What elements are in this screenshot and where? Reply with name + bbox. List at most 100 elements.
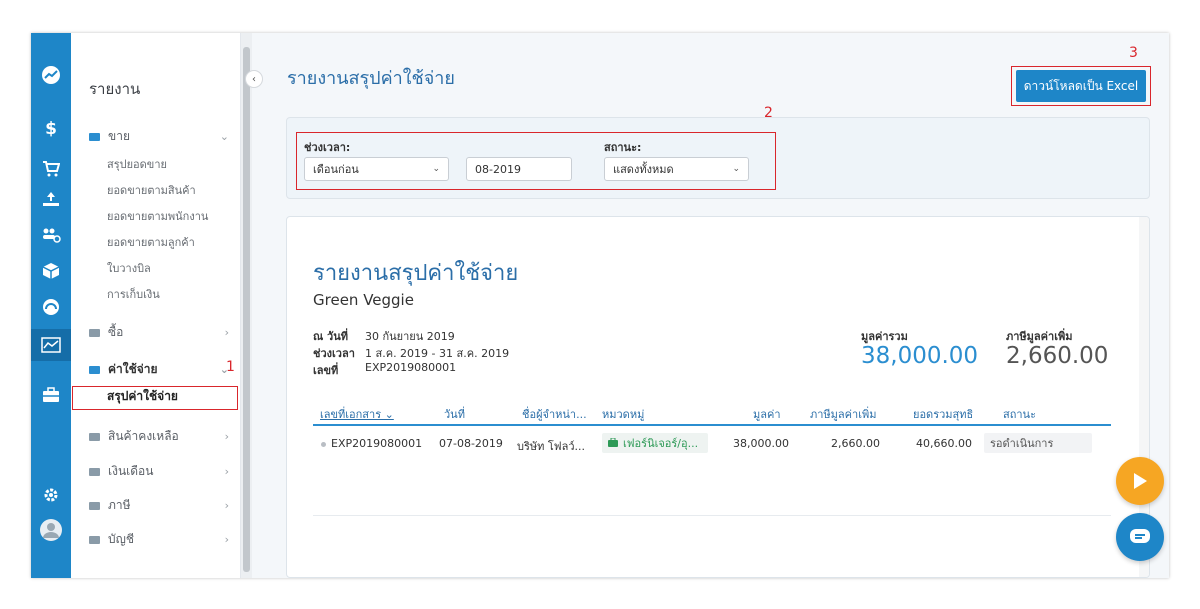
as-of-label: ณ วันที่ xyxy=(313,330,348,343)
period-label: ช่วงเวลา: xyxy=(304,141,351,154)
sidebar-group-purchase[interactable]: ซื้อ › xyxy=(89,323,229,342)
row-date: 07-08-2019 xyxy=(439,437,503,450)
column-header-status[interactable]: สถานะ xyxy=(1003,405,1036,423)
app-window: $ รายงาน ขาย ⌄ สรุปยอดขาย ยอดขายตามสินค้… xyxy=(31,33,1169,578)
inventory-icon xyxy=(89,432,100,441)
dashboard-icon[interactable] xyxy=(39,63,63,87)
annotation-number-2: 2 xyxy=(764,105,773,121)
row-value: 38,000.00 xyxy=(733,437,789,450)
status-select-value: แสดงทั้งหมด xyxy=(613,163,674,176)
row-vendor: บริษัท โฟลว์... xyxy=(517,440,585,453)
company-name: Green Veggie xyxy=(313,291,414,309)
chevron-right-icon: › xyxy=(224,430,229,443)
period-meta-label: ช่วงเวลา xyxy=(313,347,355,360)
sidebar-item-billing-note[interactable]: ใบวางบิล xyxy=(107,259,151,277)
briefcase-icon[interactable] xyxy=(39,383,63,407)
chevron-right-icon: › xyxy=(224,465,229,478)
annotation-number-3: 3 xyxy=(1129,45,1138,61)
sidebar-item-collection[interactable]: การเก็บเงิน xyxy=(107,285,160,303)
sidebar-group-sales[interactable]: ขาย ⌄ xyxy=(89,127,229,146)
sidebar-group-label: ซื้อ xyxy=(108,325,124,339)
chevron-right-icon: › xyxy=(224,533,229,546)
sidebar-group-inventory[interactable]: สินค้าคงเหลือ › xyxy=(89,427,229,446)
report-card: รายงานสรุปค่าใช้จ่าย Green Veggie ณ วันท… xyxy=(286,216,1150,578)
sidebar-scroll-thumb[interactable] xyxy=(243,47,250,572)
gauge-icon[interactable] xyxy=(39,295,63,319)
download-excel-button[interactable]: ดาวน์โหลดเป็น Excel xyxy=(1016,70,1146,102)
sidebar-item-sales-summary[interactable]: สรุปยอดขาย xyxy=(107,155,167,173)
column-header-date[interactable]: วันที่ xyxy=(444,405,465,423)
column-header-doc-no[interactable]: เลขที่เอกสาร ⌄ xyxy=(320,405,394,423)
total-value: 38,000.00 xyxy=(861,343,979,369)
chevron-down-icon: ⌄ xyxy=(432,164,440,174)
period-select[interactable]: เดือนก่อน ⌄ xyxy=(304,157,449,181)
chevron-right-icon: › xyxy=(224,326,229,339)
sidebar-group-label: ภาษี xyxy=(108,498,131,512)
chevron-down-icon: ⌄ xyxy=(732,164,740,174)
people-settings-icon[interactable] xyxy=(39,223,63,247)
status-chip-label: รอดำเนินการ xyxy=(990,437,1054,450)
annotation-box-expense-summary xyxy=(72,386,238,410)
expense-icon xyxy=(89,365,100,374)
play-button[interactable] xyxy=(1116,457,1164,505)
box-icon[interactable] xyxy=(39,259,63,283)
month-input[interactable]: 08-2019 xyxy=(466,157,572,181)
chevron-down-icon: ⌄ xyxy=(219,130,229,143)
column-header-value[interactable]: มูลค่า xyxy=(753,405,781,423)
chat-button[interactable] xyxy=(1116,513,1164,561)
dollar-icon[interactable]: $ xyxy=(39,117,63,141)
sidebar-group-label: สินค้าคงเหลือ xyxy=(108,429,179,443)
category-chip: เฟอร์นิเจอร์/อุ... xyxy=(602,433,708,453)
status-label: สถานะ: xyxy=(604,141,642,154)
row-vat: 2,660.00 xyxy=(831,437,880,450)
sidebar-item-sales-by-product[interactable]: ยอดขายตามสินค้า xyxy=(107,181,196,199)
gear-icon[interactable] xyxy=(39,483,63,507)
table-bottom-divider xyxy=(313,515,1111,516)
sales-icon xyxy=(89,132,100,141)
status-chip: รอดำเนินการ xyxy=(984,433,1092,453)
row-doc-no[interactable]: EXP2019080001 xyxy=(331,437,422,450)
chat-icon xyxy=(1130,529,1150,543)
chevron-right-icon: › xyxy=(224,499,229,512)
sidebar-group-tax[interactable]: ภาษี › xyxy=(89,496,229,515)
doc-number-value: EXP2019080001 xyxy=(365,361,457,374)
sidebar-item-sales-by-customer[interactable]: ยอดขายตามลูกค้า xyxy=(107,233,195,251)
sidebar-title: รายงาน xyxy=(89,80,141,98)
category-chip-label: เฟอร์นิเจอร์/อุ... xyxy=(623,437,699,450)
user-avatar-icon[interactable] xyxy=(39,518,63,542)
row-status-dot xyxy=(321,442,326,447)
sidebar-item-sales-by-employee[interactable]: ยอดขายตามพนักงาน xyxy=(107,207,208,225)
briefcase-icon xyxy=(608,437,618,450)
vat-total-value: 2,660.00 xyxy=(1006,343,1109,369)
icon-rail: $ xyxy=(31,33,71,578)
salary-icon xyxy=(89,467,100,476)
as-of-value: 30 กันยายน 2019 xyxy=(365,330,455,343)
column-header-net[interactable]: ยอดรวมสุทธิ xyxy=(913,405,973,423)
sidebar-group-label: บัญชี xyxy=(108,532,134,546)
doc-number-label: เลขที่ xyxy=(313,364,339,377)
sidebar-group-label: เงินเดือน xyxy=(108,464,154,478)
report-sidebar: รายงาน ขาย ⌄ สรุปยอดขาย ยอดขายตามสินค้า … xyxy=(71,33,241,578)
tax-icon xyxy=(89,501,100,510)
cart-icon[interactable] xyxy=(39,157,63,181)
sidebar-group-label: ขาย xyxy=(108,129,130,143)
month-input-value: 08-2019 xyxy=(475,162,521,176)
table-header-divider xyxy=(313,424,1111,426)
sidebar-group-expense[interactable]: ค่าใช้จ่าย ⌄ xyxy=(89,360,229,379)
status-select[interactable]: แสดงทั้งหมด ⌄ xyxy=(604,157,749,181)
row-net: 40,660.00 xyxy=(916,437,972,450)
sidebar-group-account[interactable]: บัญชี › xyxy=(89,530,229,549)
page-title: รายงานสรุปค่าใช้จ่าย xyxy=(287,68,455,89)
report-chart-icon[interactable] xyxy=(39,333,63,357)
account-icon xyxy=(89,535,100,544)
period-meta-value: 1 ส.ค. 2019 - 31 ส.ค. 2019 xyxy=(365,347,510,360)
column-header-category[interactable]: หมวดหมู่ xyxy=(602,405,644,423)
upload-tray-icon[interactable] xyxy=(39,187,63,211)
purchase-icon xyxy=(89,328,100,337)
play-icon xyxy=(1134,473,1147,489)
sidebar-group-salary[interactable]: เงินเดือน › xyxy=(89,462,229,481)
column-header-vendor[interactable]: ชื่อผู้จำหน่า... xyxy=(522,405,587,423)
collapse-sidebar-button[interactable]: ‹ xyxy=(245,70,263,88)
sidebar-group-label: ค่าใช้จ่าย xyxy=(108,362,158,376)
column-header-vat[interactable]: ภาษีมูลค่าเพิ่ม xyxy=(810,405,876,423)
